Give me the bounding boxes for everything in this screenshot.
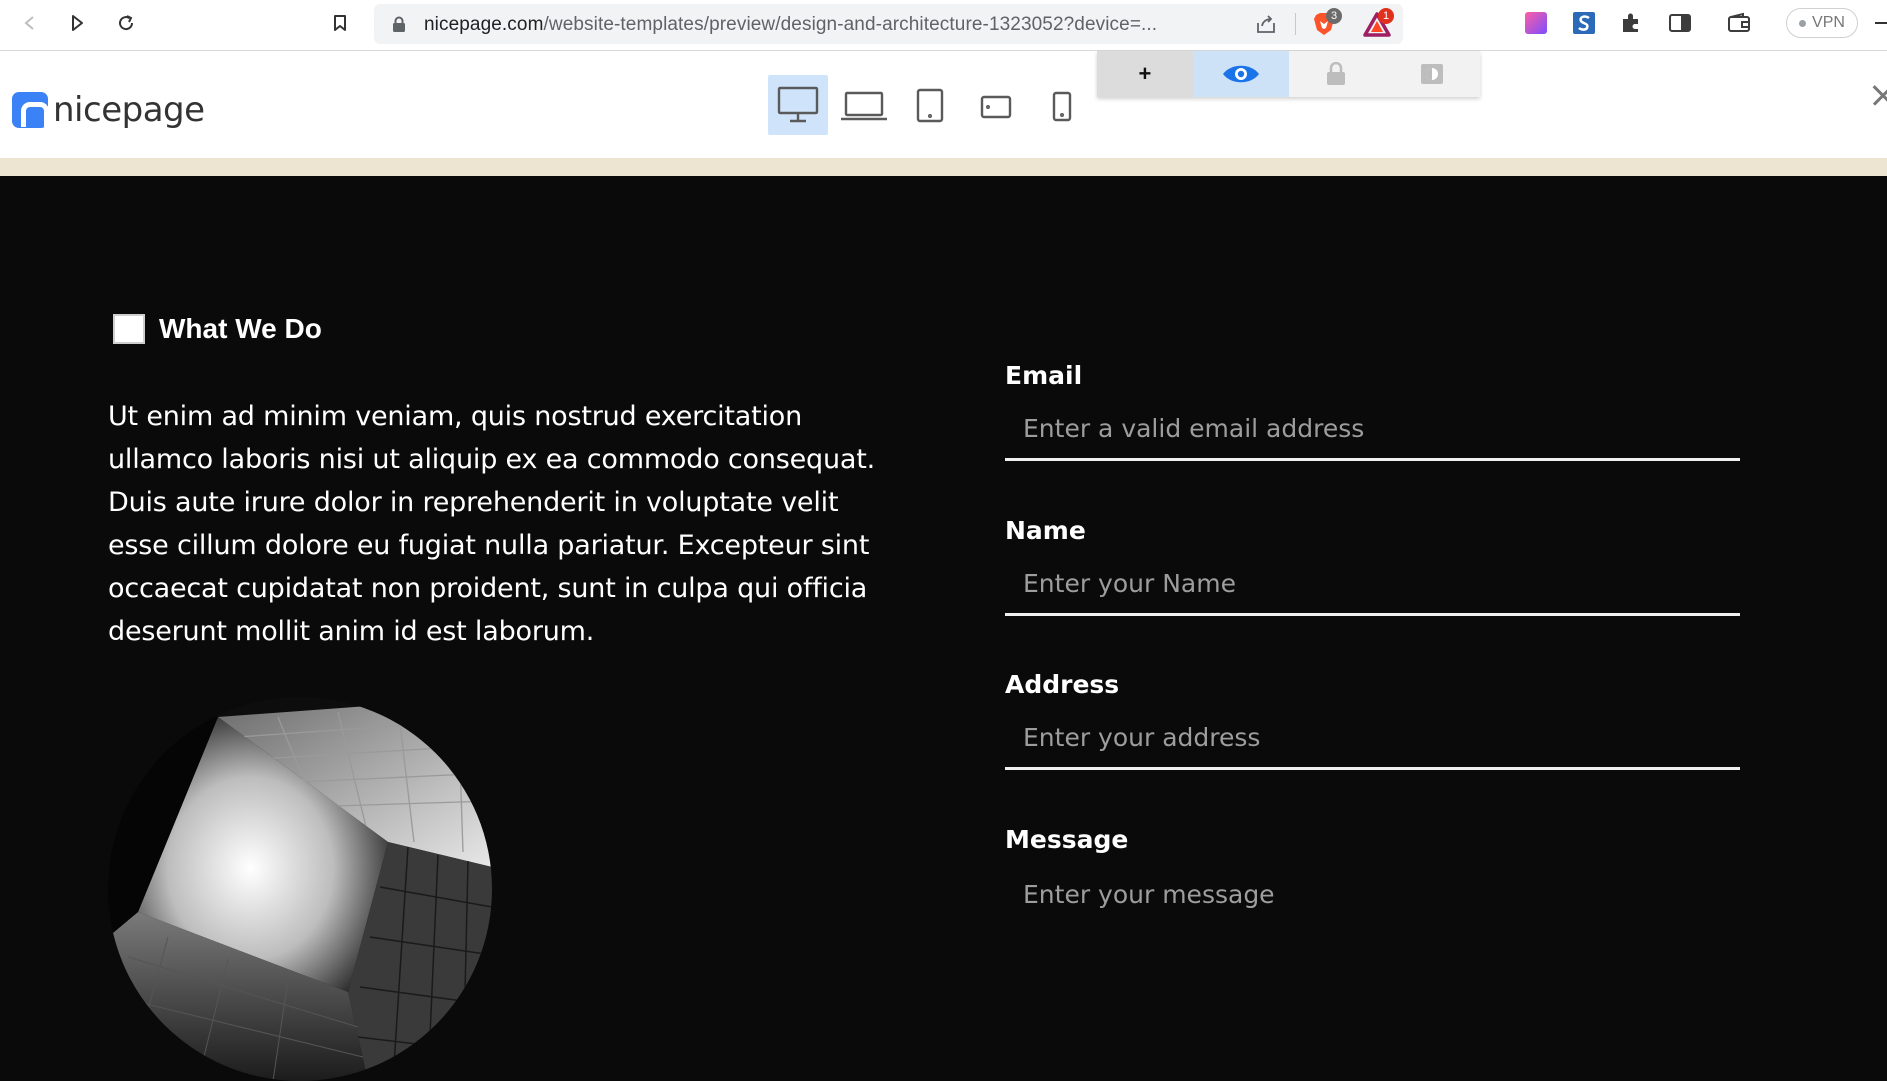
preview-toolbar: nicepage +: [0, 51, 1887, 158]
device-tablet-button[interactable]: [900, 75, 960, 135]
reload-button[interactable]: [112, 9, 140, 37]
share-icon[interactable]: [1254, 12, 1278, 36]
browser-toolbar: nicepage.com/website-templates/preview/d…: [0, 0, 1887, 51]
message-label: Message: [1005, 825, 1129, 854]
section-title: What We Do: [159, 313, 322, 344]
forward-arrow-icon: [72, 15, 83, 31]
nicepage-logo[interactable]: nicepage: [12, 90, 205, 130]
bookmark-button[interactable]: [326, 9, 354, 37]
vpn-status-dot: [1799, 19, 1807, 27]
brave-shields-button[interactable]: 3: [1310, 8, 1342, 38]
name-label: Name: [1005, 516, 1086, 545]
desktop-icon: [777, 86, 819, 123]
back-arrow-icon: [24, 16, 34, 30]
email-label: Email: [1005, 361, 1083, 390]
template-page: What We Do Ut enim ad minim veniam, quis…: [0, 176, 1887, 1081]
brave-badge: 3: [1326, 8, 1342, 24]
extensions-puzzle-icon[interactable]: [1619, 11, 1643, 35]
tablet-icon: [916, 88, 944, 123]
heading-square-icon: [113, 314, 145, 344]
device-desktop-button[interactable]: [768, 75, 828, 135]
phone-icon: [1052, 91, 1072, 122]
reload-icon: [119, 15, 134, 31]
architecture-photo: [108, 697, 492, 1081]
nicepage-logo-text: nicepage: [53, 90, 205, 130]
device-tablet-landscape-button[interactable]: [966, 75, 1026, 135]
section-heading: What We Do: [113, 313, 322, 345]
url-domain: nicepage.com: [424, 14, 544, 35]
header-accent-strip: [0, 158, 1887, 176]
forward-button[interactable]: [63, 9, 91, 37]
device-laptop-button[interactable]: [834, 75, 894, 135]
preview-mode-button[interactable]: [1192, 51, 1289, 97]
section-body-text: Ut enim ad minim veniam, quis nostrud ex…: [108, 401, 876, 647]
brave-rewards-button[interactable]: 1: [1362, 8, 1394, 38]
laptop-icon: [841, 91, 887, 121]
padlock-icon: [1327, 62, 1346, 85]
s-extension-icon[interactable]: [1572, 11, 1596, 35]
vpn-button[interactable]: VPN: [1786, 8, 1858, 38]
bookmark-icon: [334, 15, 346, 31]
contrast-mode-button[interactable]: [1384, 51, 1480, 97]
address-bar[interactable]: nicepage.com/website-templates/preview/d…: [374, 4, 1403, 44]
url-path: /website-templates/preview/design-and-ar…: [543, 14, 1158, 35]
address-bar-separator: [1295, 13, 1296, 35]
nicepage-logo-mark: [12, 92, 49, 128]
contrast-icon: [1421, 64, 1444, 84]
wallet-icon[interactable]: [1727, 11, 1751, 35]
email-input[interactable]: [1005, 399, 1740, 461]
lock-icon: [393, 16, 405, 32]
sidebar-toggle-icon[interactable]: [1668, 11, 1692, 35]
eye-icon: [1222, 65, 1259, 83]
add-button[interactable]: +: [1097, 51, 1193, 97]
vpn-label: VPN: [1812, 14, 1845, 31]
close-preview-icon[interactable]: [1866, 81, 1887, 111]
tablet-landscape-icon: [980, 95, 1012, 119]
rewards-badge: 1: [1378, 8, 1394, 24]
browser-menu-icon[interactable]: [1875, 22, 1887, 24]
back-button[interactable]: [16, 9, 44, 37]
lock-mode-button[interactable]: [1289, 51, 1385, 97]
address-label: Address: [1005, 670, 1120, 699]
mode-switcher: +: [1097, 51, 1480, 97]
address-input[interactable]: [1005, 708, 1740, 770]
message-input[interactable]: [1005, 863, 1740, 925]
name-input[interactable]: [1005, 554, 1740, 616]
gradient-extension-icon[interactable]: [1524, 11, 1548, 35]
url-text: nicepage.com/website-templates/preview/d…: [424, 14, 1157, 36]
device-phone-button[interactable]: [1032, 75, 1092, 135]
